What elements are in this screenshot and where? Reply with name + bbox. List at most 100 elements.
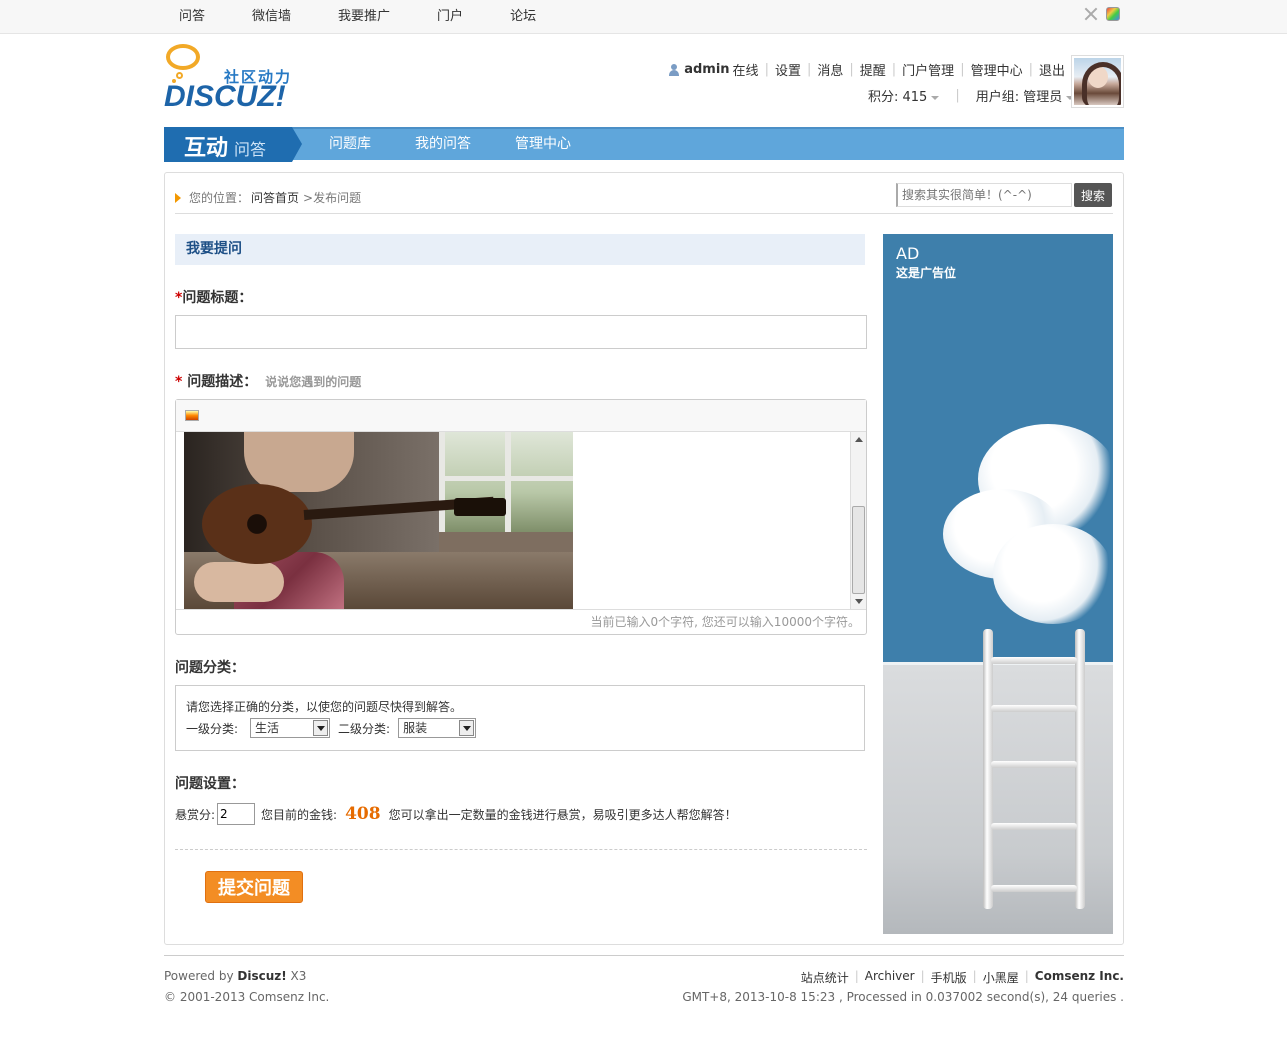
nav-brand[interactable]: 互动 问答 bbox=[164, 127, 302, 162]
reward-row: 悬赏分: 您目前的金钱: 408 您可以拿出一定数量的金钱进行悬赏，易吸引更多达… bbox=[175, 803, 737, 825]
portal-admin-link[interactable]: 门户管理 bbox=[902, 60, 954, 79]
search-box: 搜索 bbox=[896, 183, 1112, 207]
breadcrumb-current: >发布问题 bbox=[303, 191, 362, 205]
description-editor: 当前已输入0个字符, 您还可以输入10000个字符。 bbox=[175, 399, 867, 635]
nav-admin-center[interactable]: 管理中心 bbox=[515, 129, 571, 160]
topnav-portal[interactable]: 门户 bbox=[437, 0, 463, 34]
footer-stats: GMT+8, 2013-10-8 15:23 , Processed in 0.… bbox=[682, 990, 1124, 1004]
reward-input[interactable] bbox=[217, 803, 256, 825]
ad-subtitle: 这是广告位 bbox=[896, 266, 957, 280]
topnav-wenda[interactable]: 问答 bbox=[179, 0, 205, 34]
username-link[interactable]: admin bbox=[684, 62, 729, 77]
category-selects: 一级分类: 生活 二级分类: 服装 bbox=[186, 718, 484, 738]
cat2-value: 服装 bbox=[403, 721, 428, 735]
search-button[interactable]: 搜索 bbox=[1074, 183, 1112, 207]
desc-label: * 问题描述： 说说您遇到的问题 bbox=[175, 371, 361, 391]
reward-tip: 您可以拿出一定数量的金钱进行悬赏，易吸引更多达人帮您解答！ bbox=[388, 807, 737, 822]
desc-label-text: 问题描述： bbox=[187, 374, 258, 390]
online-status: 在线 bbox=[732, 64, 759, 79]
user-icon bbox=[668, 63, 680, 76]
settings-label: 问题设置： bbox=[175, 776, 245, 792]
footer-link-stats[interactable]: 站点统计 bbox=[801, 969, 849, 986]
insert-image-icon[interactable] bbox=[185, 410, 199, 421]
user-info: 积分: 415 | 用户组: 管理员 bbox=[868, 86, 1075, 105]
footer-link-blackroom[interactable]: 小黑屋 bbox=[983, 969, 1019, 986]
divider: | bbox=[849, 62, 854, 77]
ad-ladder-rung bbox=[991, 705, 1077, 712]
color-theme-icon[interactable] bbox=[1106, 7, 1120, 21]
question-title-input[interactable] bbox=[175, 315, 867, 349]
messages-link[interactable]: 消息 bbox=[817, 60, 843, 79]
divider: | bbox=[1024, 969, 1029, 983]
copyright: © 2001-2013 Comsenz Inc. bbox=[164, 990, 330, 1004]
powered-brand-link[interactable]: Discuz! bbox=[237, 969, 286, 983]
site-logo[interactable]: 社区动力 DISCUZ! bbox=[164, 44, 304, 113]
fullscreen-icon[interactable] bbox=[1084, 7, 1098, 21]
ad-ladder-rail bbox=[1075, 629, 1085, 909]
photo-guitar-head bbox=[454, 498, 506, 516]
title-label: *问题标题： bbox=[175, 287, 252, 307]
topnav-forum[interactable]: 论坛 bbox=[510, 0, 536, 34]
points-dropdown[interactable]: 积分: 415 bbox=[868, 86, 940, 105]
usergroup-dropdown[interactable]: 用户组: 管理员 bbox=[976, 86, 1075, 105]
chevron-down-icon bbox=[931, 95, 940, 100]
search-input[interactable] bbox=[896, 183, 1072, 207]
ad-title: AD bbox=[896, 244, 920, 263]
footer-link-archiver[interactable]: Archiver bbox=[865, 969, 915, 986]
divider: | bbox=[764, 62, 769, 77]
breadcrumb: 您的位置： 问答首页 >发布问题 bbox=[175, 189, 361, 206]
nav-items: 问题库 我的问答 管理中心 bbox=[329, 129, 615, 160]
footer-divider bbox=[164, 955, 1124, 956]
settings-link[interactable]: 设置 bbox=[775, 60, 801, 79]
inserted-photo bbox=[184, 432, 573, 609]
cat1-value: 生活 bbox=[255, 721, 280, 735]
submit-question-button[interactable]: 提交问题 bbox=[205, 871, 303, 903]
ad-ladder-rung bbox=[991, 657, 1077, 664]
ad-ladder-rail bbox=[983, 629, 993, 909]
ad-banner[interactable]: AD 这是广告位 bbox=[883, 234, 1113, 934]
scroll-up-icon[interactable] bbox=[855, 437, 863, 442]
breadcrumb-home[interactable]: 问答首页 bbox=[251, 189, 299, 206]
footer-link-mobile[interactable]: 手机版 bbox=[931, 969, 967, 986]
topnav-tuiguang[interactable]: 我要推广 bbox=[338, 0, 390, 34]
avatar[interactable] bbox=[1071, 55, 1124, 108]
nav-brand-sub: 问答 bbox=[234, 140, 267, 159]
photo-legs bbox=[194, 562, 284, 602]
logo-bubble-icon bbox=[166, 44, 200, 70]
editor-scrollbar[interactable] bbox=[850, 432, 866, 609]
ad-ladder-rung bbox=[991, 761, 1077, 768]
scroll-thumb[interactable] bbox=[852, 506, 865, 594]
cat1-select[interactable]: 生活 bbox=[250, 718, 331, 738]
photo-window bbox=[439, 432, 573, 532]
money-value: 408 bbox=[345, 804, 381, 824]
char-counter: 当前已输入0个字符, 您还可以输入10000个字符。 bbox=[176, 609, 866, 634]
nav-question-library[interactable]: 问题库 bbox=[329, 129, 371, 160]
top-icons bbox=[1084, 7, 1120, 21]
nav-brand-main: 互动 bbox=[184, 136, 229, 161]
divider: | bbox=[972, 969, 977, 983]
breadcrumb-arrow-icon bbox=[175, 192, 181, 203]
footer-link-company[interactable]: Comsenz Inc. bbox=[1035, 969, 1124, 986]
breadcrumb-prefix: 您的位置： bbox=[189, 191, 250, 205]
admin-center-link[interactable]: 管理中心 bbox=[971, 60, 1023, 79]
divider: | bbox=[960, 62, 965, 77]
cat2-select[interactable]: 服装 bbox=[398, 718, 477, 738]
footer-links: 站点统计 | Archiver | 手机版 | 小黑屋 | Comsenz In… bbox=[801, 969, 1124, 986]
scroll-down-icon[interactable] bbox=[855, 599, 863, 604]
nav-my-questions[interactable]: 我的问答 bbox=[415, 129, 471, 160]
title-label-text: 问题标题： bbox=[182, 290, 253, 306]
topnav-weixinqiang[interactable]: 微信墙 bbox=[252, 0, 291, 34]
top-nav: 问答 微信墙 我要推广 门户 论坛 bbox=[164, 0, 568, 34]
section-title: 我要提问 bbox=[175, 234, 865, 265]
breadcrumb-divider bbox=[175, 213, 1113, 214]
editor-toolbar bbox=[176, 400, 866, 432]
logout-link[interactable]: 退出 bbox=[1039, 60, 1065, 79]
cat2-label: 二级分类: bbox=[338, 721, 391, 736]
category-tip: 请您选择正确的分类，以使您的问题尽快得到解答。 bbox=[186, 700, 463, 714]
required-mark: * bbox=[175, 374, 188, 390]
divider: | bbox=[955, 88, 960, 103]
divider: | bbox=[1028, 62, 1033, 77]
notifications-link[interactable]: 提醒 bbox=[860, 60, 886, 79]
photo-guitar bbox=[202, 484, 312, 564]
editor-content[interactable] bbox=[176, 432, 866, 609]
